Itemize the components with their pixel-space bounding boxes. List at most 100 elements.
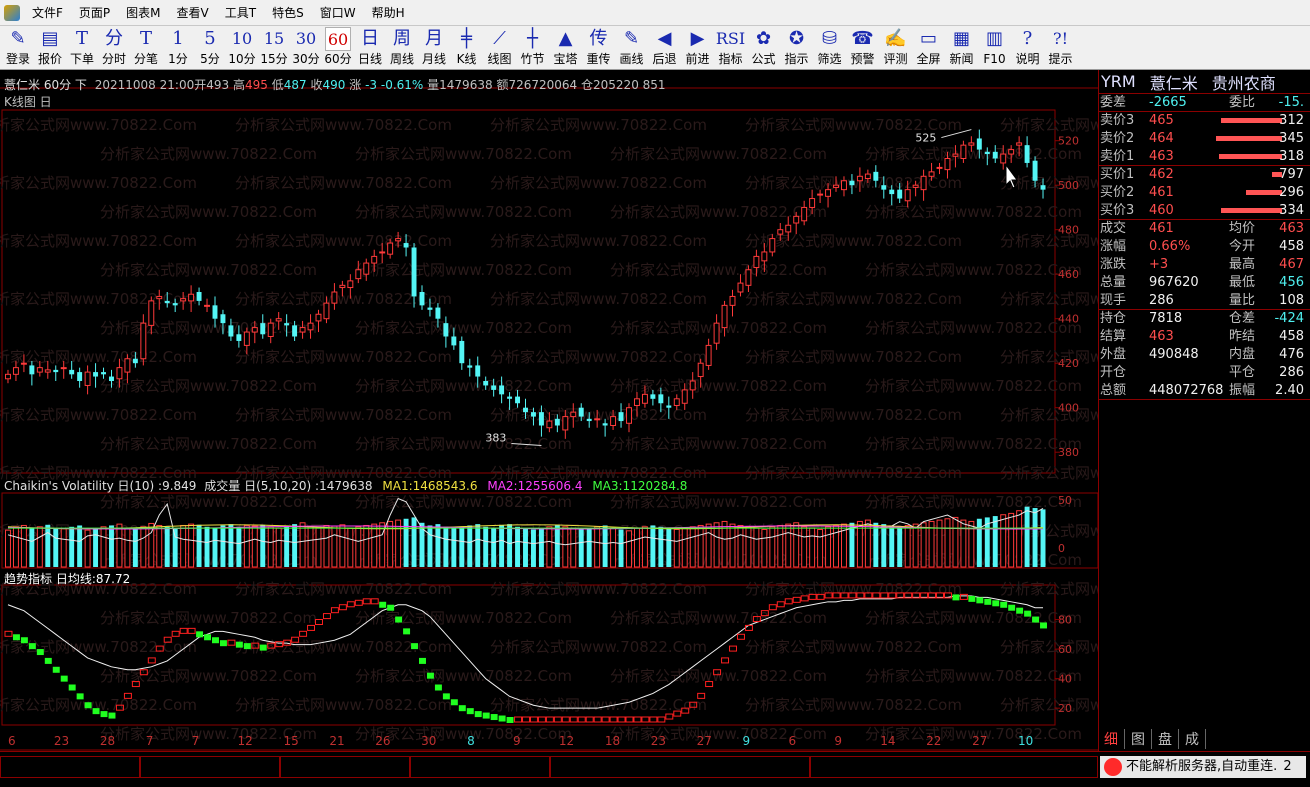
candle-body [530, 412, 536, 417]
trend-step [227, 639, 236, 646]
toolbar-daily-button[interactable]: 日日线 [354, 26, 386, 70]
stat-row: 现手 286 量比 108 [1099, 292, 1310, 310]
toolbar-quote-button[interactable]: ▤ 报价 [34, 26, 66, 70]
toolbar-5min-button[interactable]: 5 5分 [194, 26, 226, 70]
menu-item-6[interactable]: 窗口W [312, 0, 364, 26]
trend-step [992, 600, 1000, 607]
toolbar-evaluate-button[interactable]: ✍ 评测 [879, 26, 912, 70]
low-label: 低 [271, 78, 284, 92]
toolbar-timeshare-button[interactable]: 分分时 [98, 26, 130, 70]
quote-tab-1[interactable]: 图 [1125, 729, 1152, 749]
candle-body [785, 224, 792, 233]
stat2-value: 458 [1279, 329, 1304, 344]
candle-body [681, 389, 688, 404]
candle-body [546, 420, 553, 429]
toolbar-tips-button[interactable]: ?! 提示 [1044, 26, 1077, 70]
connection-message[interactable]: 不能解析服务器,自动重连. 2 [1100, 756, 1306, 778]
stat-label: 外盘 [1100, 347, 1127, 362]
toolbar-tower-button[interactable]: ▲ 宝塔 [549, 26, 582, 70]
volume-bar [363, 524, 370, 568]
status-cell-3 [280, 756, 410, 778]
stat-label: 开仓 [1100, 365, 1127, 380]
trend-step [537, 716, 546, 723]
volume-bar [204, 526, 210, 567]
toolbar-indicator-button[interactable]: RSI 指标 [714, 26, 747, 70]
watermark-text: 分析家公式网www.70822.Com [610, 377, 827, 395]
toolbar-30min-button[interactable]: 30 30分 [290, 26, 322, 70]
volume-bar [889, 525, 895, 567]
reload-icon: 传 [589, 28, 608, 49]
bid-price: 460 [1149, 203, 1174, 218]
toolbar-15min-button[interactable]: 15 15分 [258, 26, 290, 70]
volume-bar [53, 528, 59, 567]
chart-canvas[interactable]: 分析家公式网www.70822.Com 分析家公式网www.70822.Com 分析… [0, 70, 1098, 751]
toolbar-tick-button[interactable]: T 分笔 [130, 26, 162, 70]
app-logo-icon [4, 4, 20, 21]
toolbar-reload-button[interactable]: 传重传 [582, 26, 615, 70]
candle-body [20, 362, 27, 365]
menu-item-4[interactable]: 工具T [217, 0, 264, 26]
date-tick-label: 7 [192, 734, 200, 748]
quote-tab-0[interactable]: 细 [1098, 729, 1125, 749]
toolbar-fullscreen-button[interactable]: ▭ 全屏 [912, 26, 945, 70]
volume-bar [793, 522, 800, 568]
toolbar-bamboo-button[interactable]: ┼ 竹节 [516, 26, 549, 70]
quote-tab-2[interactable]: 盘 [1152, 729, 1179, 749]
menu-item-7[interactable]: 帮助H [364, 0, 413, 26]
candle-body [992, 151, 998, 159]
trend-step [529, 716, 538, 723]
toolbar-kline-button[interactable]: ╪ K线 [450, 26, 483, 70]
volume-bar [228, 524, 234, 567]
toolbar-filter-button[interactable]: ⛁ 筛选 [813, 26, 846, 70]
candle-body [578, 407, 584, 417]
trend-step [20, 637, 28, 644]
volume-bar [451, 528, 457, 567]
toolbar-weekly-button[interactable]: 周周线 [386, 26, 418, 70]
trend-step [545, 716, 554, 723]
indicator-label: 指标 [718, 52, 743, 66]
watermark-text: 分析家公式网www.70822.Com [490, 348, 707, 366]
toolbar-forward-button[interactable]: ▶ 前进 [681, 26, 714, 70]
toolbar-indicate-button[interactable]: ✪ 指示 [780, 26, 813, 70]
trend-step [609, 716, 618, 723]
toolbar-explain-button[interactable]: ? 说明 [1011, 26, 1044, 70]
toolbar-monthly-button[interactable]: 月月线 [418, 26, 450, 70]
candle-body [602, 423, 608, 426]
toolbar-10min-button[interactable]: 10 10分 [226, 26, 258, 70]
watermark-text: 分析家公式网www.70822.Com [745, 464, 962, 482]
weekly-icon: 周 [393, 28, 411, 49]
quote-tab-3[interactable]: 成 [1179, 729, 1206, 749]
toolbar-login-button[interactable]: ✎ 登录 [2, 26, 34, 70]
candle-body [904, 189, 911, 202]
stat-label: 成交 [1100, 221, 1127, 236]
toolbar-draw-button[interactable]: ✎ 画线 [615, 26, 648, 70]
volume-bar [347, 527, 354, 568]
toolbar-formula-button[interactable]: ✿ 公式 [747, 26, 780, 70]
wb2-label: 委比 [1229, 95, 1256, 110]
toolbar-1min-button[interactable]: 1 1分 [162, 26, 194, 70]
toolbar-back-button[interactable]: ◀ 后退 [648, 26, 681, 70]
back-label: 后退 [652, 52, 677, 66]
candle-body [586, 418, 592, 422]
quote-title: YRM 薏仁米 贵州农商 [1099, 70, 1310, 94]
volume-bar [20, 524, 27, 568]
toolbar-news-button[interactable]: ▦ 新闻 [945, 26, 978, 70]
toolbar-alert-button[interactable]: ☎ 预警 [846, 26, 879, 70]
toolbar-f10-button[interactable]: ▥ F10 [978, 26, 1011, 70]
menu-item-2[interactable]: 图表M [118, 0, 168, 26]
menu-item-5[interactable]: 特色S [264, 0, 312, 26]
toolbar-60min-button[interactable]: 60 60分 [322, 26, 354, 70]
toolbar-linechart-button[interactable]: ⟋ 线图 [483, 26, 516, 70]
menu-item-1[interactable]: 页面P [71, 0, 118, 26]
menu-item-3[interactable]: 查看V [169, 0, 217, 26]
toolbar-order-button[interactable]: T 下单 [66, 26, 98, 70]
stat2-label: 今开 [1229, 239, 1256, 254]
price-tick-label: 480 [1058, 224, 1079, 237]
candle-body [196, 292, 202, 301]
stat-value: 0.66% [1149, 239, 1191, 254]
stat2-value: -424 [1274, 311, 1304, 326]
menu-item-0[interactable]: 文件F [24, 0, 71, 26]
candle-body [856, 175, 863, 182]
bid-volume-bar [1245, 190, 1282, 195]
candle-body [713, 322, 720, 344]
